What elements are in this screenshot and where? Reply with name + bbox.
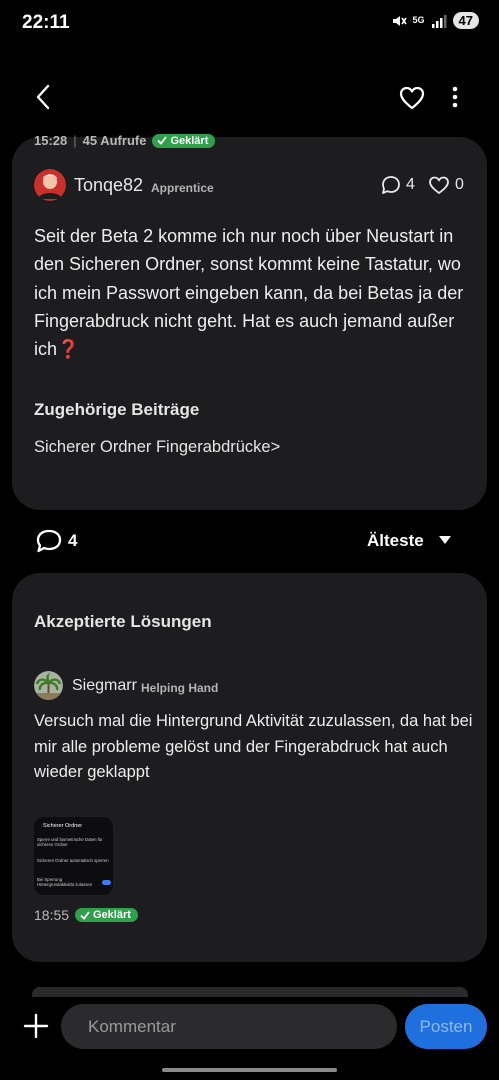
solution-solved-badge: Geklärt xyxy=(75,908,138,922)
like-icon[interactable] xyxy=(428,175,450,195)
accepted-solutions-title: Akzeptierte Lösungen xyxy=(34,612,212,631)
post-button[interactable]: Posten xyxy=(405,1004,487,1049)
home-indicator[interactable] xyxy=(162,1068,337,1072)
thumb-line-1: Sperre und biometrische Daten für sicher… xyxy=(37,837,103,847)
comments-count: 4 xyxy=(68,531,78,550)
add-icon[interactable] xyxy=(22,1012,50,1040)
comments-icon xyxy=(36,529,62,553)
comment-count: 4 xyxy=(406,176,415,193)
heart-icon[interactable] xyxy=(398,84,426,112)
author-rank: Apprentice xyxy=(151,181,214,195)
network-type-icon: 5G xyxy=(412,15,425,25)
solution-attachment-thumbnail[interactable]: Sicherer Ordner Sperre und biometrische … xyxy=(34,817,113,895)
solution-body: Versuch mal die Hintergrund Aktivität zu… xyxy=(34,712,473,781)
solution-author-name[interactable]: Siegmarr xyxy=(72,677,137,695)
related-posts-title: Zugehörige Beiträge xyxy=(34,400,200,419)
author-name[interactable]: Tonqe82 xyxy=(74,175,143,196)
post-views: 45 Aufrufe xyxy=(82,133,147,148)
meta-separator: | xyxy=(73,133,77,148)
next-comment-card-edge xyxy=(32,987,468,997)
like-count: 0 xyxy=(455,176,464,193)
related-post-link[interactable]: Sicherer Ordner Fingerabdrücke> xyxy=(34,438,280,457)
thumb-toggle-icon xyxy=(102,880,111,885)
comment-icon[interactable] xyxy=(380,175,402,195)
thumb-line-2: Sicheren Ordner automatisch sperren xyxy=(37,858,109,863)
battery-indicator: 47 xyxy=(452,12,479,29)
more-options-icon[interactable] xyxy=(446,84,464,112)
post-body: Seit der Beta 2 komme ich nur noch über … xyxy=(34,226,464,360)
solution-author-rank: Helping Hand xyxy=(141,681,219,695)
solution-time: 18:55 xyxy=(34,907,70,923)
solution-solved-badge-label: Geklärt xyxy=(93,909,131,921)
solved-badge: Geklärt xyxy=(152,133,216,148)
check-icon xyxy=(157,136,168,145)
post-meta: 15:28 | 45 Aufrufe Geklärt xyxy=(34,133,216,148)
status-icons: 5G 47 xyxy=(391,12,479,29)
solution-author-avatar[interactable] xyxy=(34,671,63,700)
solved-badge-label: Geklärt xyxy=(170,134,209,147)
thumb-line-3: Bei Sperrung Hintergrundaktivität zulass… xyxy=(37,877,93,887)
post-time: 15:28 xyxy=(34,133,68,148)
check-icon xyxy=(80,910,90,920)
back-icon[interactable] xyxy=(30,82,58,112)
mute-icon xyxy=(392,15,407,26)
status-time: 22:11 xyxy=(22,12,70,33)
thumb-title: Sicherer Ordner xyxy=(43,823,83,829)
comment-input[interactable] xyxy=(61,1004,397,1049)
signal-icon xyxy=(431,14,447,28)
sort-dropdown-label[interactable]: Älteste xyxy=(367,531,424,551)
author-avatar[interactable] xyxy=(34,169,66,201)
chevron-down-icon[interactable] xyxy=(438,535,452,545)
